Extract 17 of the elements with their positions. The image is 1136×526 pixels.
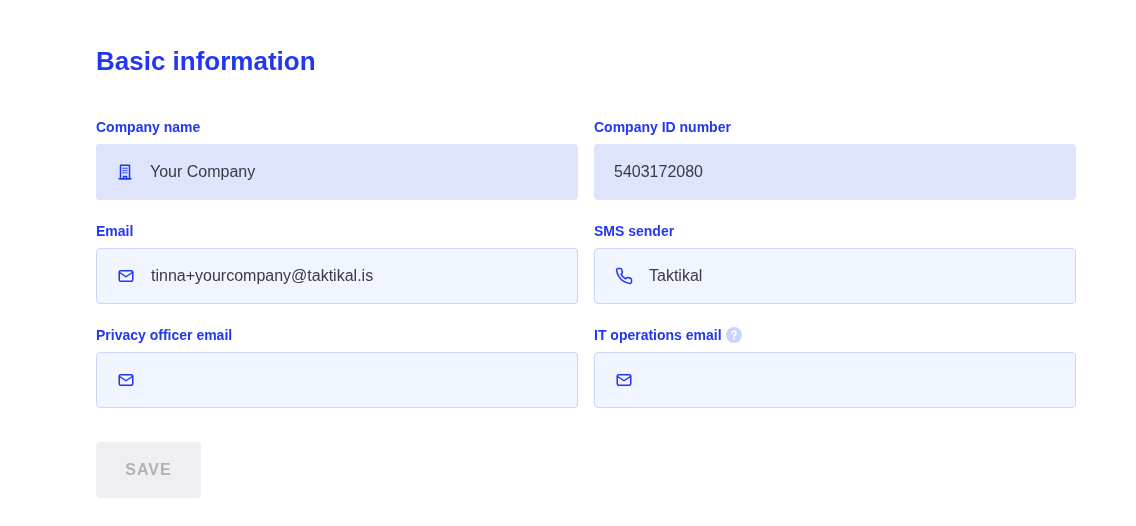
field-label: IT operations email	[594, 325, 722, 345]
building-icon	[116, 163, 134, 181]
input-field[interactable]	[594, 352, 1076, 408]
section-title: Basic information	[96, 45, 317, 78]
mail-icon	[117, 267, 135, 285]
mail-icon	[117, 371, 135, 389]
field-label: Email	[96, 221, 134, 241]
field-label: Privacy officer email	[96, 325, 233, 345]
input-field[interactable]: tinna+yourcompany@taktikal.is	[96, 248, 578, 304]
field-label: Company name	[96, 117, 201, 137]
field-label: Company ID number	[594, 117, 731, 137]
phone-icon	[615, 267, 633, 285]
mail-icon	[615, 371, 633, 389]
input-field[interactable]: Taktikal	[594, 248, 1076, 304]
help-icon[interactable]	[725, 327, 742, 343]
field-label: SMS sender	[594, 221, 675, 241]
input-field[interactable]	[96, 352, 578, 408]
